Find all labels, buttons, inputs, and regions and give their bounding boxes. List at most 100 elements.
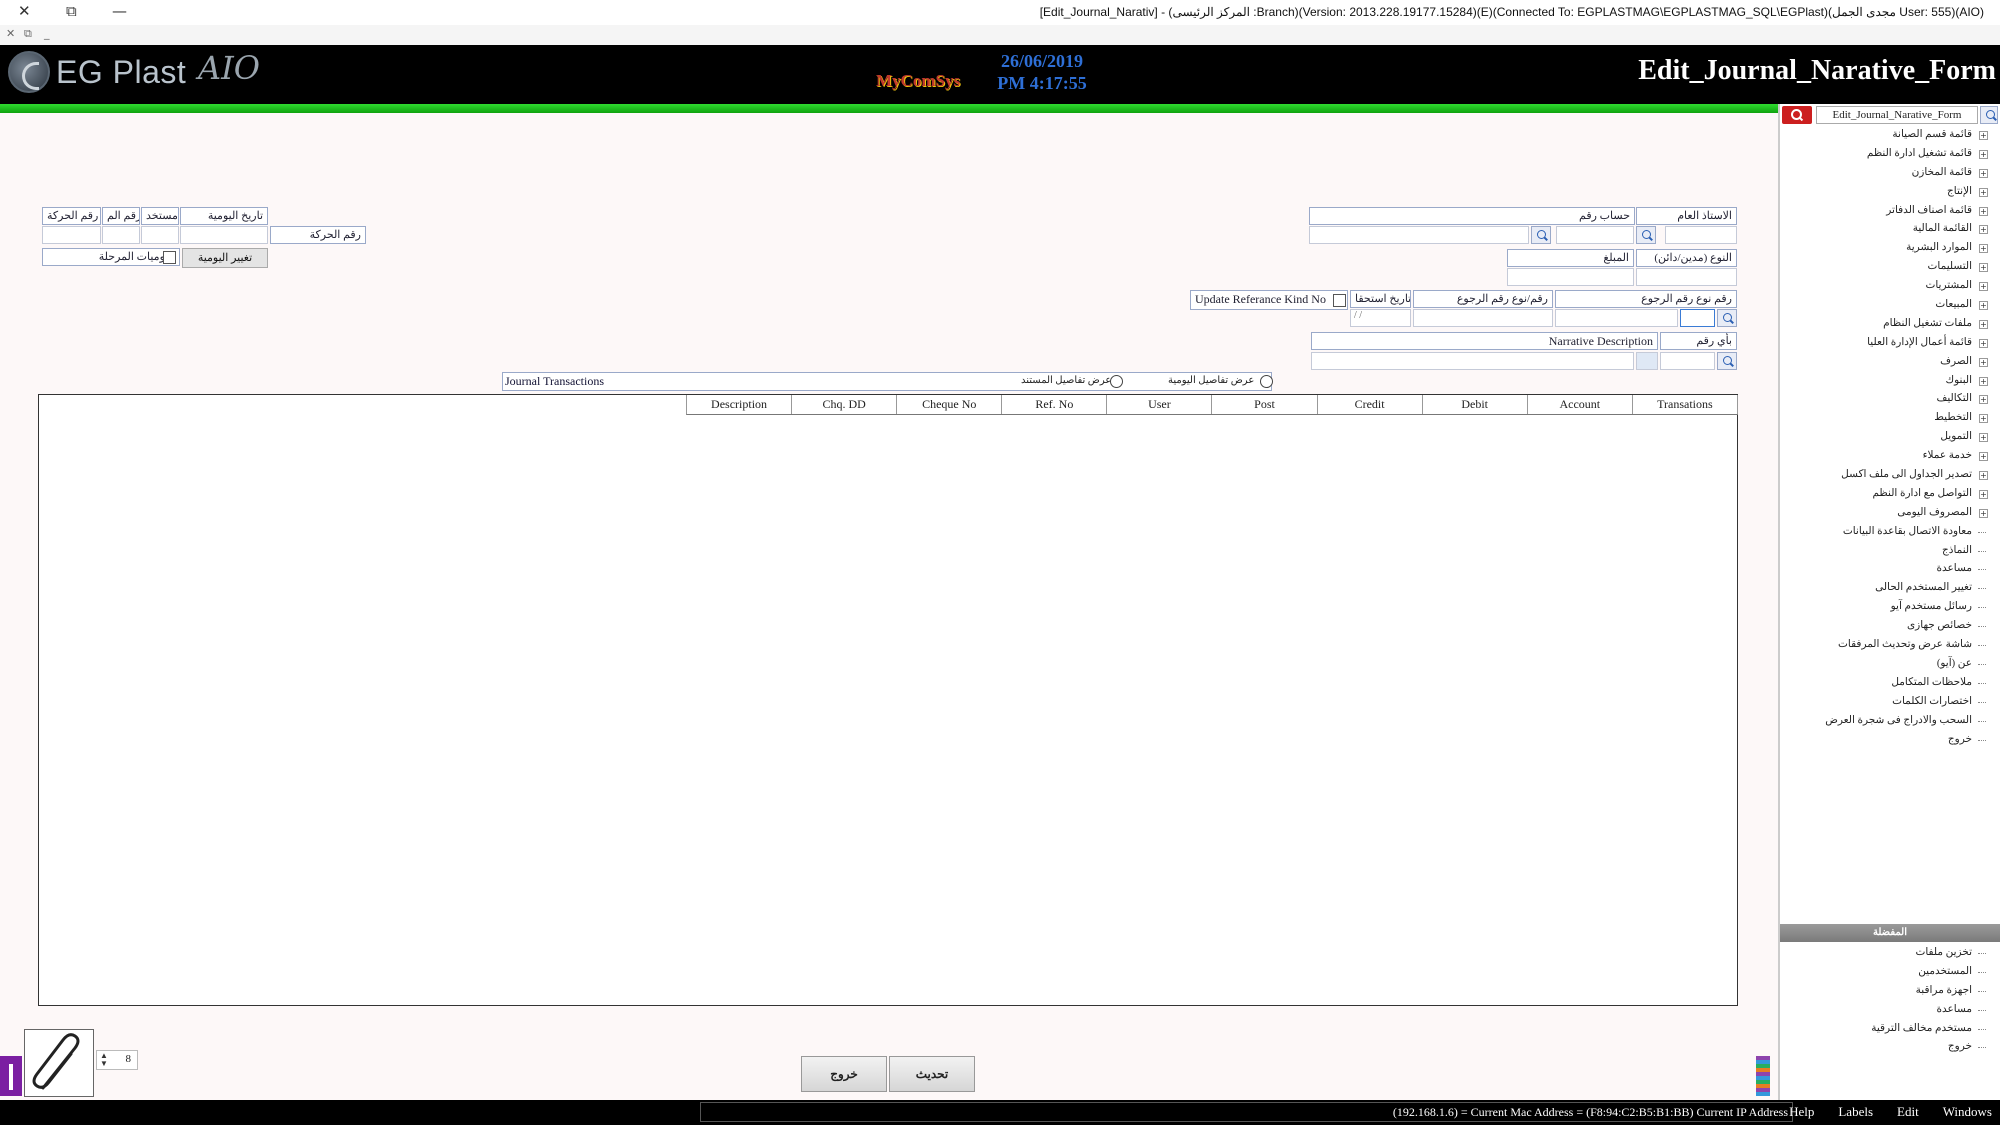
panel-search-icon[interactable] xyxy=(1782,106,1812,124)
tree-item[interactable]: + التمويل xyxy=(1780,428,1990,447)
tree-item[interactable]: عن (آيو) xyxy=(1780,655,1990,674)
tree-item[interactable]: + الموارد البشرية xyxy=(1780,239,1990,258)
counter-down-icon[interactable]: ▼ xyxy=(100,1060,108,1068)
expand-icon[interactable]: + xyxy=(1979,508,1988,518)
tree-item[interactable]: + ملفات تشغيل النظام xyxy=(1780,315,1990,334)
side-tab-icon[interactable] xyxy=(0,1056,22,1096)
expand-icon[interactable]: + xyxy=(1979,433,1988,443)
account-search-icon[interactable] xyxy=(1531,226,1551,244)
grid-column-header[interactable]: Chq. DD xyxy=(792,395,898,414)
tree-item[interactable]: + خدمة عملاء xyxy=(1780,447,1990,466)
tree-item[interactable]: + المصروف اليومى xyxy=(1780,504,1990,523)
mdi-close-icon[interactable]: ✕ xyxy=(6,27,15,40)
expand-icon[interactable]: + xyxy=(1979,471,1988,481)
color-strip-icon[interactable] xyxy=(1756,1056,1770,1096)
attachment-counter[interactable]: ▲ ▼ 8 xyxy=(96,1050,138,1070)
tree-item[interactable]: + تصدير الجداول الى ملف اكسل xyxy=(1780,466,1990,485)
tree-item[interactable]: النماذج xyxy=(1780,542,1990,561)
menu-item[interactable]: Help xyxy=(1789,1104,1814,1120)
ref-kind-input[interactable] xyxy=(1680,309,1715,327)
tree-item[interactable]: مساعدة xyxy=(1780,560,1990,579)
mdi-minimize-icon[interactable]: _ xyxy=(44,27,50,40)
transactions-grid[interactable]: Description Chq. DD Cheque No Ref. No User Po… xyxy=(38,394,1738,1006)
close-icon[interactable]: ✕ xyxy=(18,2,31,20)
tree-item[interactable]: + التكاليف xyxy=(1780,390,1990,409)
grid-column-header[interactable]: Ref. No xyxy=(1002,395,1108,414)
expand-icon[interactable]: + xyxy=(1979,376,1988,386)
expand-icon[interactable]: + xyxy=(1979,301,1988,311)
narrative-input[interactable] xyxy=(1311,352,1634,370)
expand-icon[interactable]: + xyxy=(1979,489,1988,499)
tree-item[interactable]: تخزين ملفات xyxy=(1780,944,1990,963)
change-journal-button[interactable]: تغيير اليومية xyxy=(182,248,268,268)
grid-column-header[interactable]: User xyxy=(1107,395,1213,414)
amount-input[interactable] xyxy=(1507,268,1634,286)
tree-item[interactable]: + قائمة تشغيل ادارة النظم xyxy=(1780,145,1990,164)
tree-item[interactable]: اجهزة مراقبة xyxy=(1780,982,1990,1001)
grid-column-header[interactable]: Transations xyxy=(1632,395,1738,414)
general-ledger-search-icon[interactable] xyxy=(1636,226,1656,244)
tree-item[interactable]: + التسليمات xyxy=(1780,258,1990,277)
journal-date-input[interactable] xyxy=(180,226,268,244)
tree-item[interactable]: + المشتريات xyxy=(1780,277,1990,296)
tree-item[interactable]: مساعدة xyxy=(1780,1001,1990,1020)
grid-column-header[interactable]: Post xyxy=(1212,395,1318,414)
ref-kind-search-icon[interactable] xyxy=(1717,309,1737,327)
expand-icon[interactable]: + xyxy=(1979,395,1988,405)
expand-icon[interactable]: + xyxy=(1979,319,1988,329)
ref-no-input[interactable] xyxy=(1413,309,1553,327)
expand-icon[interactable]: + xyxy=(1979,263,1988,273)
menu-item[interactable]: Labels xyxy=(1838,1104,1873,1120)
tree-item[interactable]: شاشة عرض وتحديث المرفقات xyxy=(1780,636,1990,655)
show-document-details-radio[interactable] xyxy=(1110,375,1123,388)
menu-item[interactable]: Windows xyxy=(1943,1104,1992,1120)
by-no-search-icon[interactable] xyxy=(1717,352,1737,370)
tree-item[interactable]: تغيير المستخدم الحالى xyxy=(1780,579,1990,598)
grid-column-header[interactable]: Credit xyxy=(1317,395,1423,414)
grid-column-header[interactable]: Account xyxy=(1527,395,1633,414)
restore-icon[interactable]: ⧉ xyxy=(66,2,77,20)
grid-column-header[interactable]: Cheque No xyxy=(897,395,1003,414)
expand-icon[interactable]: + xyxy=(1979,225,1988,235)
grid-column-header[interactable]: Debit xyxy=(1422,395,1528,414)
menu-item[interactable]: Edit xyxy=(1897,1104,1919,1120)
narrative-picker-icon[interactable] xyxy=(1636,352,1658,370)
tree-item[interactable]: + التواصل مع ادارة النظم xyxy=(1780,485,1990,504)
no-input[interactable] xyxy=(102,226,140,244)
account-no-input[interactable] xyxy=(1556,226,1634,244)
tree-item[interactable]: ملاحظات المتكامل xyxy=(1780,674,1990,693)
update-ref-kind-checkbox[interactable] xyxy=(1333,294,1346,307)
tree-item[interactable]: + الصرف xyxy=(1780,353,1990,372)
expand-icon[interactable]: + xyxy=(1979,187,1988,197)
tree-item[interactable]: + قائمة اصناف الدفاتر xyxy=(1780,202,1990,221)
user-input[interactable] xyxy=(141,226,179,244)
exit-button[interactable]: خروج xyxy=(801,1056,887,1092)
tree-item[interactable]: المستخدمين xyxy=(1780,963,1990,982)
tree-item[interactable]: + القائمة المالية xyxy=(1780,220,1990,239)
tree-item[interactable]: + البنوك xyxy=(1780,372,1990,391)
tree-item[interactable]: معاودة الاتصال بقاعدة البيانات xyxy=(1780,523,1990,542)
tree-item[interactable]: + الإنتاج xyxy=(1780,183,1990,202)
expand-icon[interactable]: + xyxy=(1979,168,1988,178)
expand-icon[interactable]: + xyxy=(1979,338,1988,348)
update-button[interactable]: تحديث xyxy=(889,1056,975,1092)
tree-item[interactable]: + قائمة قسم الصيانة xyxy=(1780,126,1990,145)
tree-item[interactable]: اختصارات الكلمات xyxy=(1780,693,1990,712)
by-no-input[interactable] xyxy=(1660,352,1715,370)
type-input[interactable] xyxy=(1636,268,1737,286)
attachment-button[interactable] xyxy=(24,1029,94,1097)
expand-icon[interactable]: + xyxy=(1979,282,1988,292)
mdi-restore-icon[interactable]: ⧉ xyxy=(24,27,32,41)
expand-icon[interactable]: + xyxy=(1979,414,1988,424)
tree-item[interactable]: رسائل مستخدم آيو xyxy=(1780,598,1990,617)
tree-item[interactable]: خصائص جهازى xyxy=(1780,617,1990,636)
tree-item[interactable]: مستخدم مخالف الترقية xyxy=(1780,1020,1990,1039)
panel-find-icon[interactable] xyxy=(1980,106,1998,124)
expand-icon[interactable]: + xyxy=(1979,357,1988,367)
tree-item[interactable]: + قائمة أعمال الإدارة العليا xyxy=(1780,334,1990,353)
tree-item[interactable]: السحب والادراج فى شجرة العرض xyxy=(1780,712,1990,731)
tree-item[interactable]: + المبيعات xyxy=(1780,296,1990,315)
movement-no-input[interactable] xyxy=(42,226,101,244)
expand-icon[interactable]: + xyxy=(1979,206,1988,216)
expand-icon[interactable]: + xyxy=(1979,452,1988,462)
